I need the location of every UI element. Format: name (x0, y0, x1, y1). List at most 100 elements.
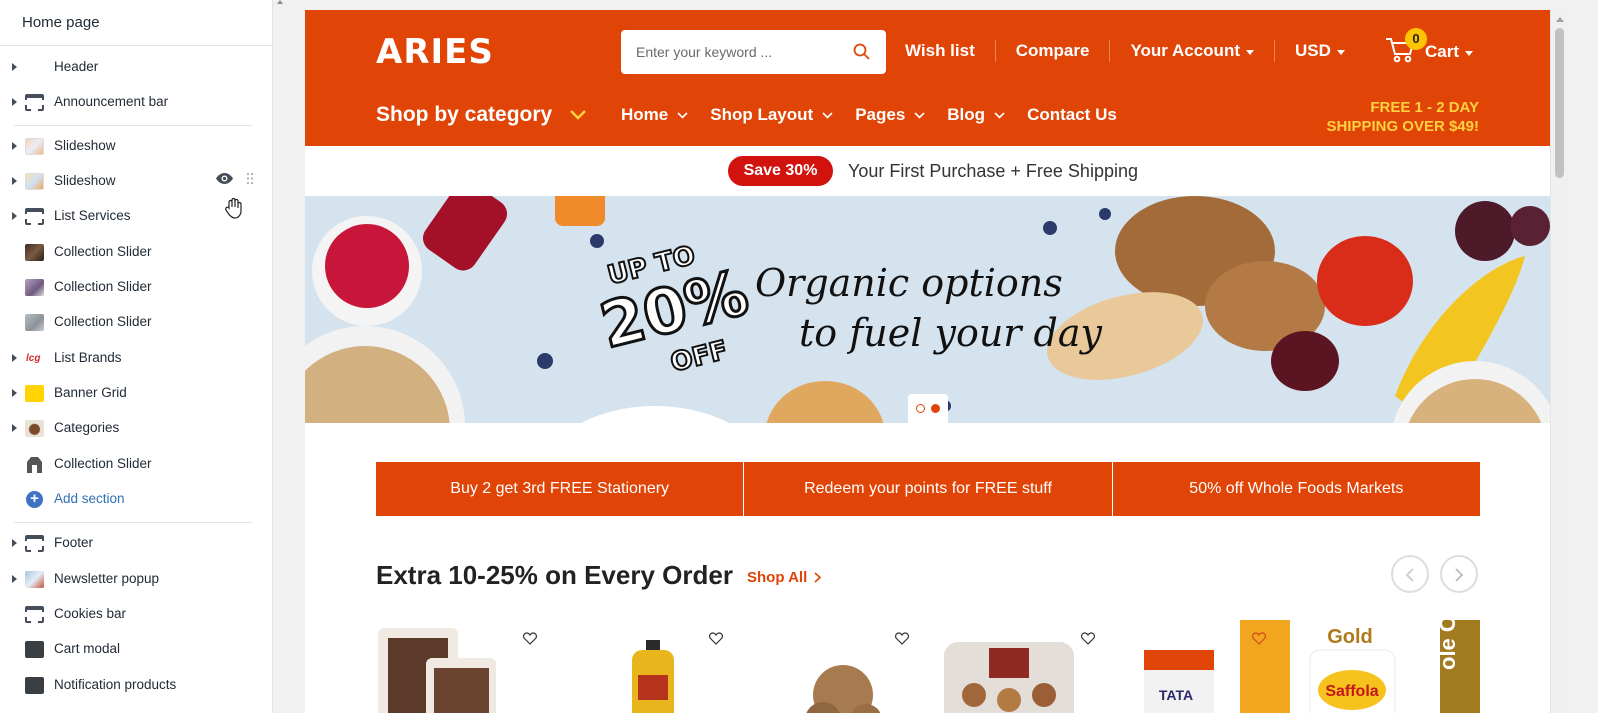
theme-editor: Home page Header Announcement bar Slides… (0, 0, 1598, 713)
section-thumbnail (25, 385, 44, 402)
cart-count-badge: 0 (1405, 28, 1427, 50)
expand-caret-icon[interactable] (12, 98, 17, 106)
shop-by-category-menu[interactable]: Shop by category (376, 103, 587, 127)
nav-item-blog[interactable]: Blog (947, 105, 1005, 125)
sections-sidebar: Home page Header Announcement bar Slides… (0, 0, 273, 713)
wishlist-heart-icon[interactable] (1081, 632, 1095, 645)
search-bar[interactable]: Enter your keyword ... (621, 30, 886, 74)
section-list-brands[interactable]: lcg List Brands (0, 341, 272, 376)
cart-button[interactable]: 0 Cart (1385, 28, 1485, 68)
chevron-left-icon (1405, 568, 1414, 582)
add-section-button[interactable]: + Add section (0, 482, 272, 517)
currency-label: USD (1295, 41, 1331, 60)
announcement-bar: Save 30% Your First Purchase + Free Ship… (305, 146, 1550, 196)
section-banner-grid[interactable]: Banner Grid (0, 376, 272, 411)
slider-prev-button[interactable] (1391, 555, 1429, 593)
section-collection-slider-2[interactable]: Collection Slider (0, 270, 272, 305)
product-card[interactable] (562, 620, 742, 713)
brand-logo-icon: lcg (25, 350, 44, 367)
divider (14, 522, 252, 523)
eye-icon[interactable] (216, 173, 233, 184)
section-thumbnail (25, 571, 44, 588)
divider (994, 40, 996, 62)
section-collection-slider-1[interactable]: Collection Slider (0, 235, 272, 270)
expand-caret-icon[interactable] (12, 575, 17, 583)
section-slideshow-2[interactable]: Slideshow (0, 164, 272, 199)
section-thumbnail (25, 244, 44, 261)
drag-handle-icon[interactable] (247, 173, 253, 184)
section-label: Header (54, 59, 99, 74)
nav-item-shop-layout[interactable]: Shop Layout (710, 105, 833, 125)
section-header[interactable]: Header (0, 50, 272, 85)
section-collection-slider-4[interactable]: Collection Slider (0, 447, 272, 482)
service-item[interactable]: Buy 2 get 3rd FREE Stationery (376, 462, 745, 516)
expand-caret-icon[interactable] (12, 389, 17, 397)
expand-caret-icon[interactable] (12, 142, 17, 150)
scroll-up-arrow-icon[interactable] (1556, 17, 1564, 22)
section-slideshow-1[interactable]: Slideshow (0, 129, 272, 164)
section-label: Slideshow (54, 173, 116, 188)
chevron-down-icon (914, 111, 925, 119)
service-item[interactable]: 50% off Whole Foods Markets (1112, 462, 1480, 516)
section-label: Announcement bar (54, 94, 169, 109)
section-label: Collection Slider (54, 314, 152, 329)
collection-title: Extra 10-25% on Every Order (376, 560, 733, 590)
product-card[interactable] (934, 620, 1114, 713)
section-announcement-bar[interactable]: Announcement bar (0, 85, 272, 120)
expand-caret-icon[interactable] (12, 212, 17, 220)
product-card[interactable] (748, 620, 928, 713)
section-cart-modal[interactable]: Cart modal (0, 632, 272, 667)
preview-scrollbar[interactable] (1550, 10, 1568, 713)
section-thumbnail (25, 138, 44, 155)
main-nav: Home Shop Layout Pages Blog Contact Us (621, 105, 1139, 125)
expand-caret-icon[interactable] (12, 424, 17, 432)
slider-next-button[interactable] (1440, 555, 1478, 593)
nav-item-pages[interactable]: Pages (855, 105, 925, 125)
shop-all-link[interactable]: Shop All (747, 569, 822, 586)
expand-caret-icon[interactable] (12, 354, 17, 362)
search-input[interactable]: Enter your keyword ... (636, 44, 772, 60)
shop-by-category-label: Shop by category (376, 103, 553, 126)
add-section-label: Add section (54, 491, 125, 506)
expand-caret-icon[interactable] (12, 177, 17, 185)
chevron-down-icon (570, 110, 587, 120)
product-card[interactable]: TATA (1120, 620, 1300, 713)
account-dropdown[interactable]: Your Account (1130, 41, 1254, 61)
wishlist-heart-icon[interactable] (523, 632, 537, 645)
store-logo[interactable]: ARIES (376, 32, 494, 72)
section-footer[interactable]: Footer (0, 526, 272, 561)
wish-list-link[interactable]: Wish list (905, 41, 975, 61)
wishlist-heart-icon[interactable] (1252, 632, 1266, 645)
section-layout-icon (25, 606, 44, 623)
section-layout-icon (25, 94, 44, 111)
service-item[interactable]: Redeem your points for FREE stuff (744, 462, 1113, 516)
section-thumbnail (25, 641, 44, 658)
svg-text:ole Oil: ole Oil (1435, 620, 1460, 670)
expand-caret-icon[interactable] (12, 539, 17, 547)
currency-dropdown[interactable]: USD (1295, 41, 1345, 61)
scroll-up-arrow-icon[interactable] (277, 0, 283, 4)
slide-pagination (908, 394, 948, 423)
svg-text:TATA: TATA (1159, 687, 1193, 703)
slide-dot[interactable] (916, 404, 925, 413)
section-categories[interactable]: Categories (0, 411, 272, 446)
nav-item-contact-us[interactable]: Contact Us (1027, 105, 1117, 125)
section-cookies-bar[interactable]: Cookies bar (0, 597, 272, 632)
wishlist-heart-icon[interactable] (709, 632, 723, 645)
search-icon[interactable] (853, 43, 870, 60)
expand-caret-icon[interactable] (12, 63, 17, 71)
nav-item-home[interactable]: Home (621, 105, 688, 125)
slide-dot-active[interactable] (931, 404, 940, 413)
product-slider: TATA Gold Saffola ole Oil (376, 603, 1485, 713)
product-card[interactable] (376, 620, 556, 713)
section-newsletter-popup[interactable]: Newsletter popup (0, 562, 272, 597)
product-card[interactable]: Gold Saffola ole Oil (1300, 603, 1485, 713)
scrollbar-thumb[interactable] (1555, 28, 1564, 178)
section-collection-slider-3[interactable]: Collection Slider (0, 305, 272, 340)
section-notification-products[interactable]: Notification products (0, 668, 272, 703)
compare-link[interactable]: Compare (1016, 41, 1090, 61)
wishlist-heart-icon[interactable] (895, 632, 909, 645)
hero-slideshow[interactable]: UP TO 20% OFF Organic options to fuel yo… (305, 196, 1550, 423)
svg-text:Saffola: Saffola (1325, 683, 1378, 700)
plus-circle-icon: + (26, 491, 43, 508)
